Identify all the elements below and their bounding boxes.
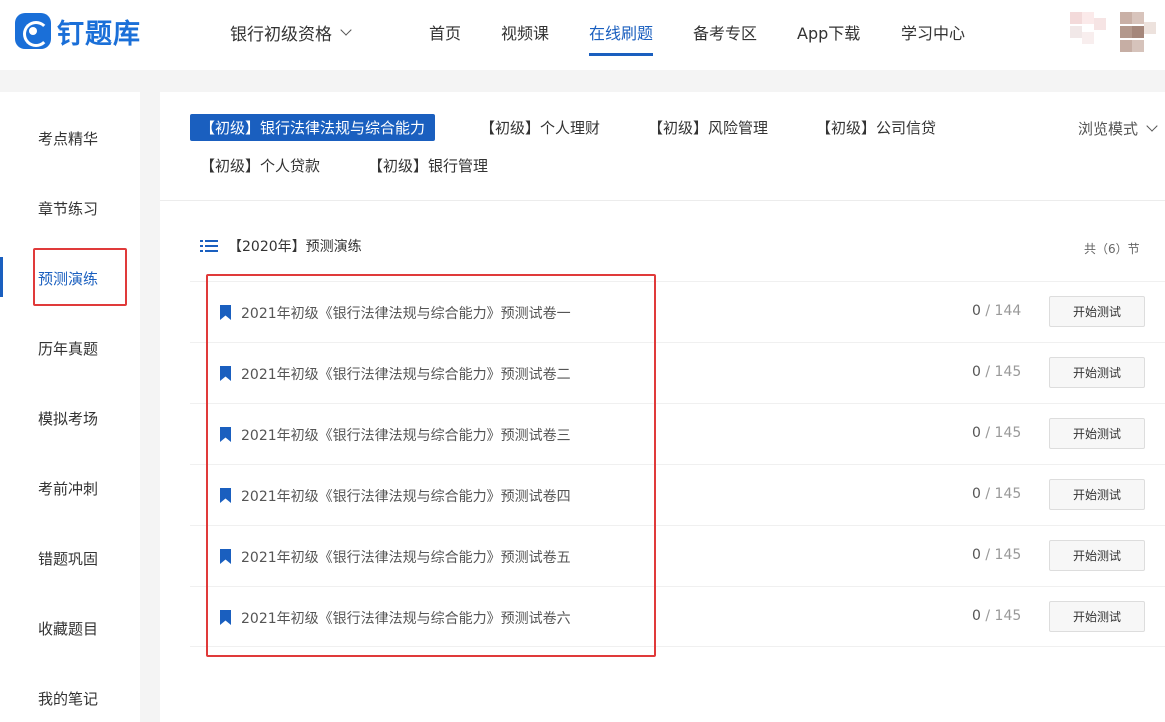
paper-progress: 0 / 145 bbox=[972, 486, 1021, 502]
subject-tab-bank-management[interactable]: 【初级】银行管理 bbox=[368, 155, 488, 176]
subject-tab-corporate-credit[interactable]: 【初级】公司信贷 bbox=[816, 117, 936, 138]
exam-category-label: 银行初级资格 bbox=[230, 25, 332, 45]
section-count: 共（6）节 bbox=[1084, 242, 1140, 256]
progress-total: / 145 bbox=[985, 364, 1022, 380]
sidebar-item-chapter-practice[interactable]: 章节练习 bbox=[38, 198, 98, 219]
nav-exam-prep[interactable]: 备考专区 bbox=[693, 20, 757, 44]
progress-total: / 145 bbox=[985, 608, 1022, 624]
nav-learning-center[interactable]: 学习中心 bbox=[901, 20, 965, 44]
subject-tab-personal-loan[interactable]: 【初级】个人贷款 bbox=[200, 155, 320, 176]
progress-done: 0 bbox=[972, 364, 981, 380]
paper-progress: 0 / 145 bbox=[972, 608, 1021, 624]
start-test-button[interactable]: 开始测试 bbox=[1049, 540, 1145, 571]
progress-total: / 145 bbox=[985, 425, 1022, 441]
list-icon bbox=[200, 239, 218, 253]
start-test-button[interactable]: 开始测试 bbox=[1049, 357, 1145, 388]
progress-total: / 145 bbox=[985, 486, 1022, 502]
nav-online-practice[interactable]: 在线刷题 bbox=[589, 20, 653, 44]
start-test-button[interactable]: 开始测试 bbox=[1049, 479, 1145, 510]
chevron-down-icon bbox=[1146, 120, 1158, 132]
user-avatar[interactable] bbox=[1070, 12, 1165, 52]
sidebar-item-past-exams[interactable]: 历年真题 bbox=[38, 338, 98, 359]
progress-done: 0 bbox=[972, 608, 981, 624]
nav-app-download[interactable]: App下载 bbox=[797, 20, 860, 44]
sidebar-active-indicator bbox=[0, 257, 3, 297]
sidebar: 考点精华 章节练习 预测演练 历年真题 模拟考场 考前冲刺 错题巩固 收藏题目 … bbox=[0, 92, 140, 722]
progress-done: 0 bbox=[972, 303, 981, 319]
progress-total: / 145 bbox=[985, 547, 1022, 563]
site-logo[interactable]: 钉题库 bbox=[15, 12, 141, 50]
subject-tab-personal-finance[interactable]: 【初级】个人理财 bbox=[480, 117, 600, 138]
subject-tab-risk-management[interactable]: 【初级】风险管理 bbox=[648, 117, 768, 138]
progress-done: 0 bbox=[972, 425, 981, 441]
divider bbox=[160, 200, 1165, 201]
sidebar-item-favorites[interactable]: 收藏题目 bbox=[38, 618, 98, 639]
browse-mode-label: 浏览模式 bbox=[1078, 120, 1139, 138]
highlight-box-paper-list bbox=[206, 274, 656, 657]
start-test-button[interactable]: 开始测试 bbox=[1049, 296, 1145, 327]
sidebar-item-key-points[interactable]: 考点精华 bbox=[38, 128, 98, 149]
progress-done: 0 bbox=[972, 486, 981, 502]
section-title: 【2020年】预测演练 bbox=[228, 239, 362, 255]
paper-progress: 0 / 145 bbox=[972, 364, 1021, 380]
top-header: 钉题库 银行初级资格 首页 视频课 在线刷题 备考专区 App下载 学习中心 bbox=[0, 0, 1165, 70]
chevron-down-icon bbox=[340, 24, 352, 36]
highlight-box-sidebar bbox=[33, 248, 127, 306]
nav-video-course[interactable]: 视频课 bbox=[501, 20, 549, 44]
exam-category-select[interactable]: 银行初级资格 bbox=[230, 20, 352, 45]
start-test-button[interactable]: 开始测试 bbox=[1049, 601, 1145, 632]
section-header: 【2020年】预测演练 bbox=[200, 236, 362, 256]
paper-progress: 0 / 145 bbox=[972, 425, 1021, 441]
browse-mode-select[interactable]: 浏览模式 bbox=[1078, 118, 1158, 139]
logo-text: 钉题库 bbox=[57, 18, 141, 50]
start-test-button[interactable]: 开始测试 bbox=[1049, 418, 1145, 449]
progress-total: / 144 bbox=[985, 303, 1022, 319]
sidebar-item-mock-exam[interactable]: 模拟考场 bbox=[38, 408, 98, 429]
sidebar-item-my-notes[interactable]: 我的笔记 bbox=[38, 688, 98, 709]
logo-icon bbox=[15, 13, 51, 49]
nav-home[interactable]: 首页 bbox=[429, 20, 461, 44]
nav-active-indicator bbox=[589, 53, 653, 56]
subject-tab-law[interactable]: 【初级】银行法律法规与综合能力 bbox=[190, 114, 436, 141]
paper-progress: 0 / 144 bbox=[972, 303, 1021, 319]
sidebar-item-wrong-questions[interactable]: 错题巩固 bbox=[38, 548, 98, 569]
paper-progress: 0 / 145 bbox=[972, 547, 1021, 563]
sidebar-item-final-sprint[interactable]: 考前冲刺 bbox=[38, 478, 98, 499]
progress-done: 0 bbox=[972, 547, 981, 563]
